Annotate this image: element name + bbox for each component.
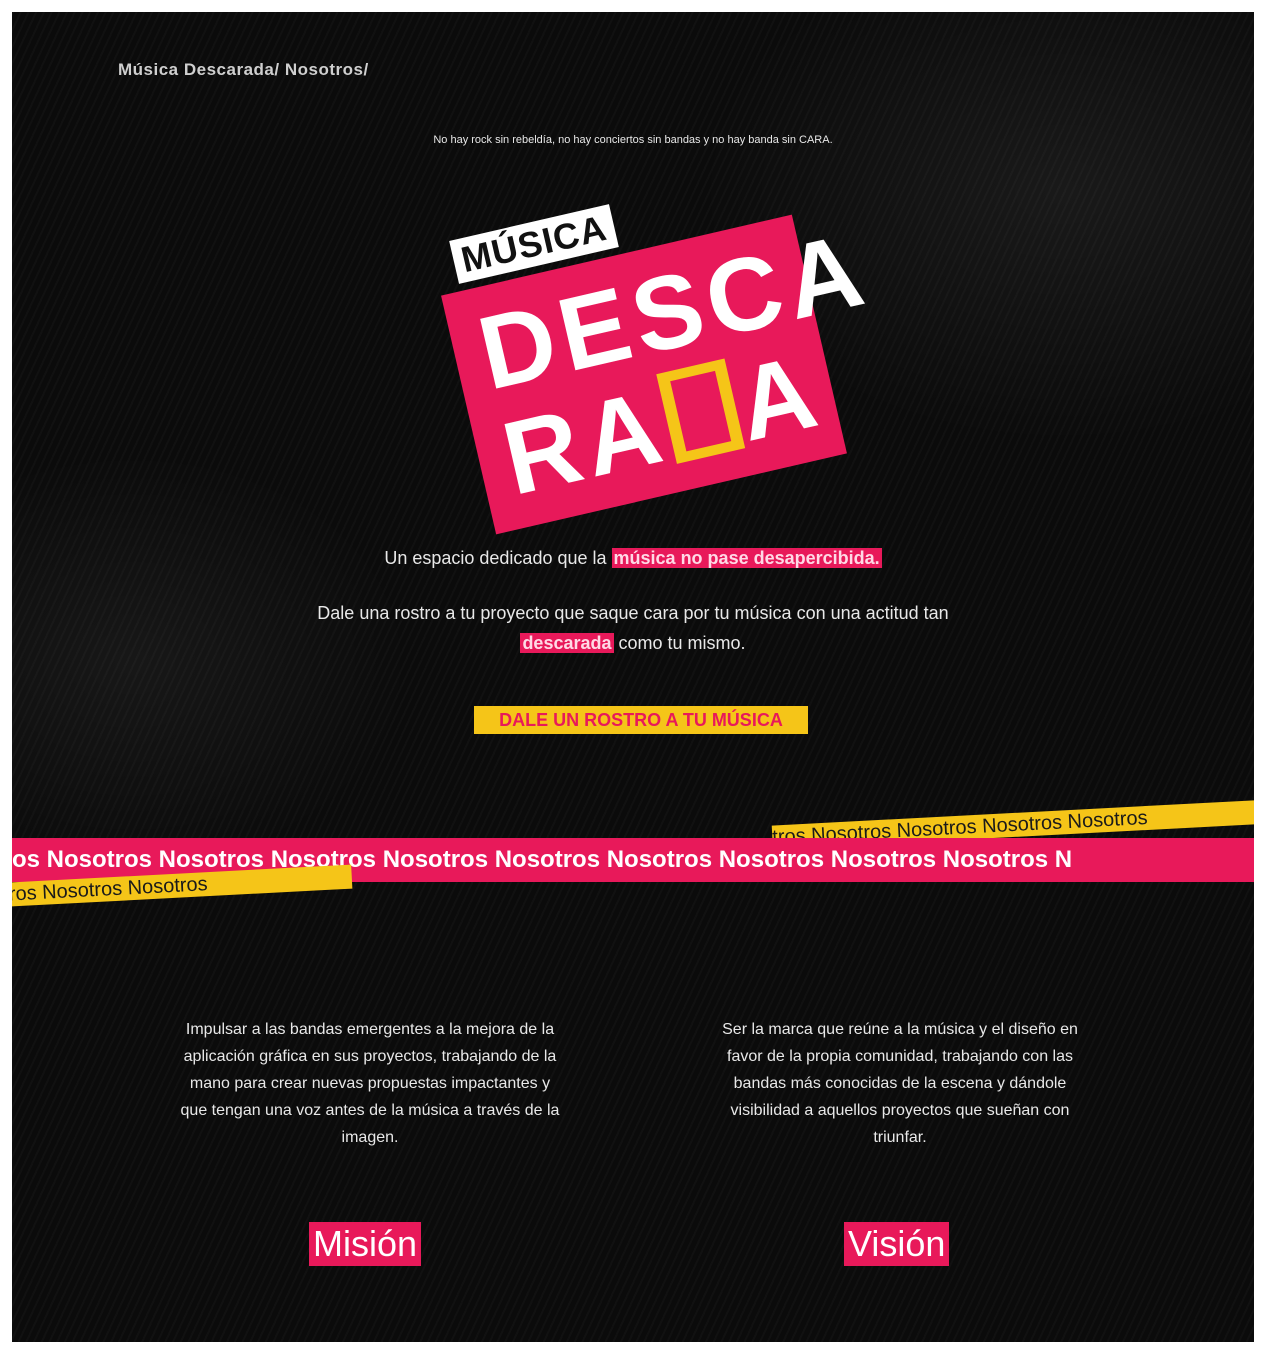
mision-text: Impulsar a las bandas emergentes a la me… xyxy=(180,1021,560,1146)
page: Música Descarada/ Nosotros/ No hay rock … xyxy=(12,12,1254,1342)
lead-text: Un espacio dedicado que la música no pas… xyxy=(12,548,1254,569)
vision-heading: Visión xyxy=(844,1222,950,1266)
intro-part-2: como tu mismo. xyxy=(618,633,746,653)
breadcrumb-nosotros-link[interactable]: Nosotros/ xyxy=(285,60,369,79)
mision-heading: Misión xyxy=(309,1222,422,1266)
intro-paragraph: Dale una rostro a tu proyecto que saque … xyxy=(312,598,954,658)
lead-text-main: Un espacio dedicado que la xyxy=(384,548,607,568)
tagline: No hay rock sin rebeldía, no hay concier… xyxy=(433,134,833,146)
lead-text-highlight: música no pase desapercibida. xyxy=(611,548,882,568)
breadcrumb: Música Descarada/ Nosotros/ xyxy=(118,60,369,80)
intro-part-1: Dale una rostro a tu proyecto que saque … xyxy=(317,603,949,623)
musica-descarada-logo: MÚSICA DESCA RA A xyxy=(441,192,879,535)
vision-text: Ser la marca que reúne a la música y el … xyxy=(722,1021,1078,1146)
breadcrumb-home-link[interactable]: Música Descarada/ xyxy=(118,60,280,79)
cta-button[interactable]: DALE UN ROSTRO A TU MÚSICA xyxy=(474,706,808,734)
intro-highlight: descarada xyxy=(520,633,614,653)
